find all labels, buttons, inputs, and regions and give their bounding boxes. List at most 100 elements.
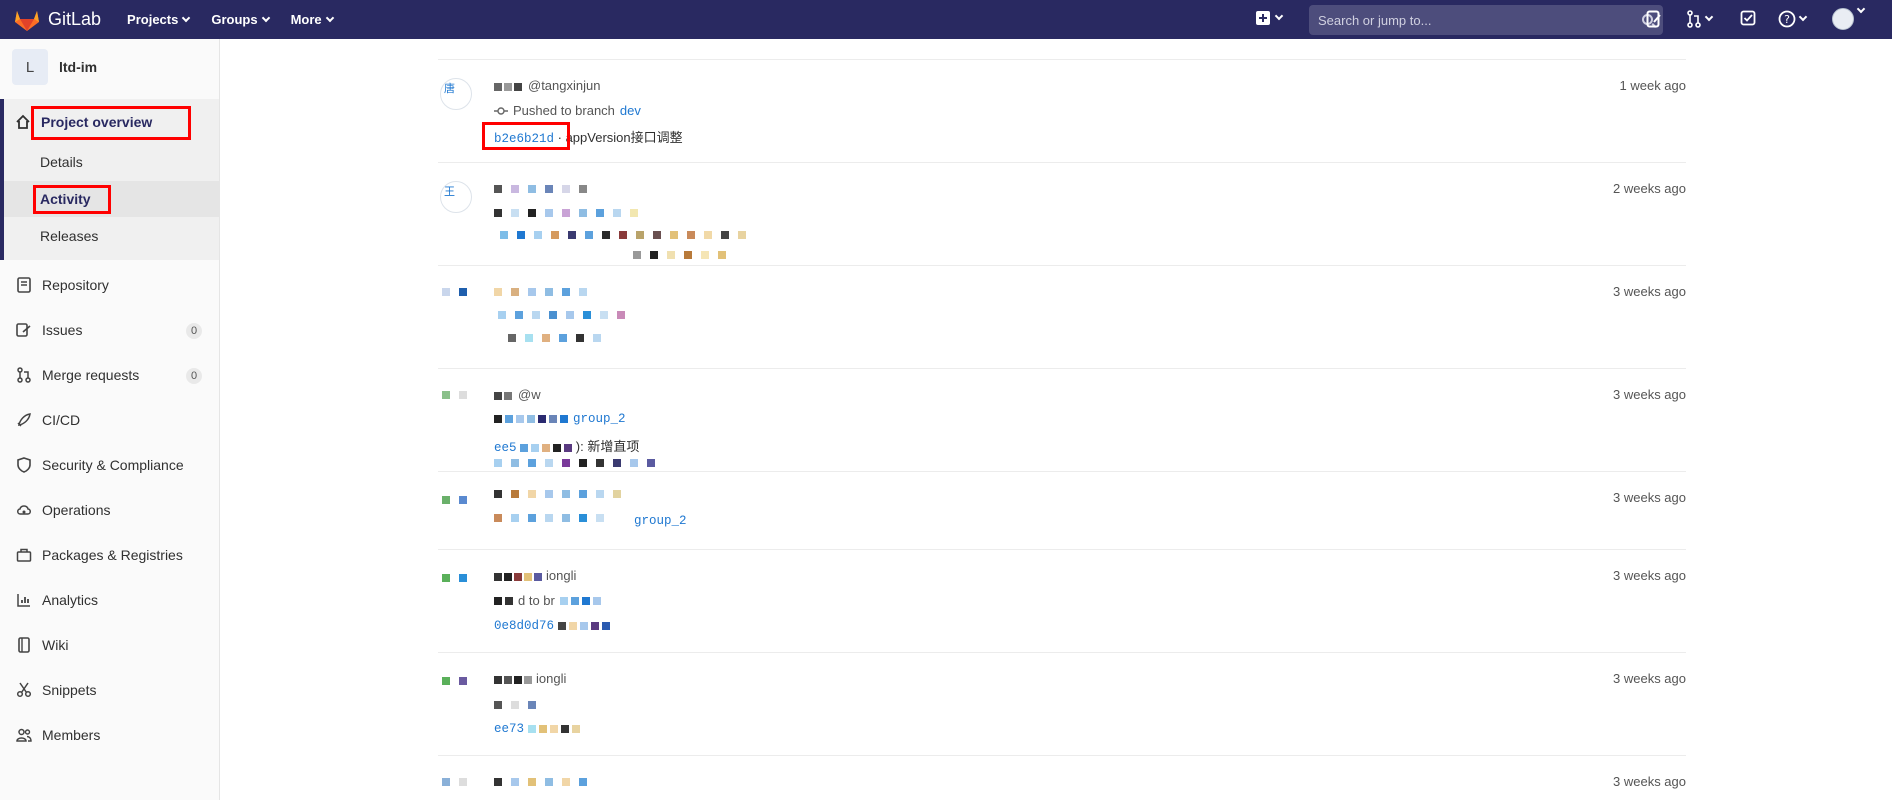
issues-count-badge: 0: [186, 323, 202, 339]
chevron-down-icon: [1704, 12, 1714, 22]
merge-requests-nav-button[interactable]: [1686, 10, 1714, 28]
user-handle-link[interactable]: @tangxinjun: [528, 78, 600, 93]
sidebar-item-cicd[interactable]: CI/CD: [16, 412, 80, 428]
commit-line: ee5 ): 新增直项: [494, 436, 639, 455]
sidebar-item-label: Issues: [42, 322, 83, 338]
sidebar-item-label: Snippets: [42, 682, 97, 698]
activity-event: 3 weeks ago: [438, 266, 1686, 369]
sidebar-item-members[interactable]: Members: [16, 727, 100, 743]
more-menu[interactable]: More: [290, 12, 334, 27]
event-action: Pushed to branch dev: [494, 103, 641, 118]
gitlab-logo[interactable]: GitLab: [14, 8, 101, 32]
chevron-down-icon: [325, 13, 334, 22]
sidebar-sub-details[interactable]: Details: [40, 154, 83, 170]
event-time: 1 week ago: [1619, 78, 1687, 93]
svg-text:?: ?: [1784, 13, 1790, 26]
sidebar-item-merge-requests[interactable]: Merge requests: [16, 367, 139, 383]
commit-icon: [494, 106, 508, 115]
plus-square-icon: [1256, 11, 1270, 25]
redacted-content: [494, 778, 592, 786]
redacted-avatar: [442, 677, 472, 685]
chevron-down-icon: [182, 13, 191, 22]
user-avatar[interactable]: 王: [440, 181, 472, 213]
event-time: 3 weeks ago: [1613, 568, 1686, 583]
branch-link[interactable]: group_2: [634, 514, 687, 528]
merge-requests-count-badge: 0: [186, 368, 202, 384]
project-header[interactable]: L ltd-im: [0, 39, 219, 95]
event-author: @w: [494, 387, 541, 402]
commit-sha-link[interactable]: 0e8d0d76: [494, 619, 554, 633]
branch-link[interactable]: group_2: [573, 412, 626, 426]
highlight-box: [482, 122, 570, 150]
sidebar-item-analytics[interactable]: Analytics: [16, 592, 98, 608]
sidebar-item-label: Members: [42, 727, 101, 743]
sidebar-item-packages[interactable]: Packages & Registries: [16, 547, 183, 563]
project-name: ltd-im: [59, 59, 98, 75]
gitlab-fox-icon: [15, 10, 39, 31]
user-avatar[interactable]: 唐: [440, 78, 472, 110]
event-time: 3 weeks ago: [1613, 490, 1686, 505]
book-icon: [16, 277, 32, 293]
redacted-avatar: [442, 574, 472, 582]
project-avatar: L: [12, 49, 48, 85]
sidebar-item-label: Security & Compliance: [42, 457, 184, 473]
issues-nav-button[interactable]: [1646, 10, 1662, 28]
user-handle-link[interactable]: iongli: [536, 671, 566, 686]
sidebar-item-repository[interactable]: Repository: [16, 277, 109, 293]
sidebar-item-label: Packages & Registries: [42, 547, 183, 563]
merge-request-icon: [16, 367, 32, 383]
branch-link[interactable]: dev: [620, 103, 641, 118]
search-input[interactable]: Search or jump to...: [1309, 5, 1663, 35]
commit-line: ee73: [494, 720, 580, 736]
user-handle-link[interactable]: @w: [518, 387, 541, 402]
commit-title: · appVersion接口调整: [557, 130, 683, 145]
sidebar-item-operations[interactable]: Operations: [16, 502, 110, 518]
help-nav-button[interactable]: ?: [1778, 10, 1808, 28]
event-action: d to br: [494, 593, 601, 608]
activity-event: @w group_2 ee5 ): 新增直项 3 weeks ago: [438, 369, 1686, 472]
sidebar-item-snippets[interactable]: Snippets: [16, 682, 96, 698]
chevron-down-icon: [1798, 12, 1808, 22]
redacted-username: [494, 82, 522, 91]
user-menu-button[interactable]: [1856, 4, 1866, 14]
chevron-down-icon: [1274, 11, 1284, 21]
activity-event: 3 weeks ago: [438, 756, 1686, 800]
redacted-avatar: [442, 778, 472, 786]
sidebar-item-security[interactable]: Security & Compliance: [16, 457, 184, 473]
projects-menu[interactable]: Projects: [127, 12, 191, 27]
groups-menu[interactable]: Groups: [211, 12, 270, 27]
chevron-down-icon: [1856, 4, 1866, 14]
event-author: @tangxinjun: [494, 78, 600, 93]
search-placeholder: Search or jump to...: [1318, 12, 1432, 28]
sidebar-sub-releases[interactable]: Releases: [40, 228, 98, 244]
redacted-content: [494, 209, 643, 217]
commit-sha-link[interactable]: ee5: [494, 441, 517, 455]
home-icon: [15, 114, 31, 130]
redacted-content: [500, 231, 751, 239]
merge-request-icon: [1687, 10, 1701, 28]
event-time: 2 weeks ago: [1613, 181, 1686, 196]
sidebar-item-wiki[interactable]: Wiki: [16, 637, 68, 653]
help-icon: ?: [1778, 10, 1796, 28]
highlight-box: [31, 106, 191, 140]
event-action: group_2: [634, 514, 687, 528]
rocket-icon: [16, 412, 32, 428]
package-icon: [16, 547, 32, 563]
activity-event: 王 2 weeks ago: [438, 163, 1686, 266]
event-time: 3 weeks ago: [1613, 774, 1686, 789]
new-dropdown-button[interactable]: [1256, 11, 1284, 25]
redacted-content: [494, 490, 626, 498]
more-label: More: [290, 12, 322, 27]
chart-icon: [16, 592, 32, 608]
commit-sha-link[interactable]: ee73: [494, 722, 524, 736]
todo-check-icon: [1740, 10, 1756, 26]
user-avatar[interactable]: [1832, 8, 1854, 30]
event-time: 3 weeks ago: [1613, 671, 1686, 686]
user-handle-link[interactable]: iongli: [546, 568, 576, 583]
sidebar-item-issues[interactable]: Issues: [16, 322, 82, 338]
issues-icon: [1646, 10, 1661, 28]
redacted-content: [633, 251, 731, 259]
todos-nav-button[interactable]: [1740, 10, 1756, 26]
groups-label: Groups: [211, 12, 258, 27]
shield-icon: [16, 457, 32, 473]
